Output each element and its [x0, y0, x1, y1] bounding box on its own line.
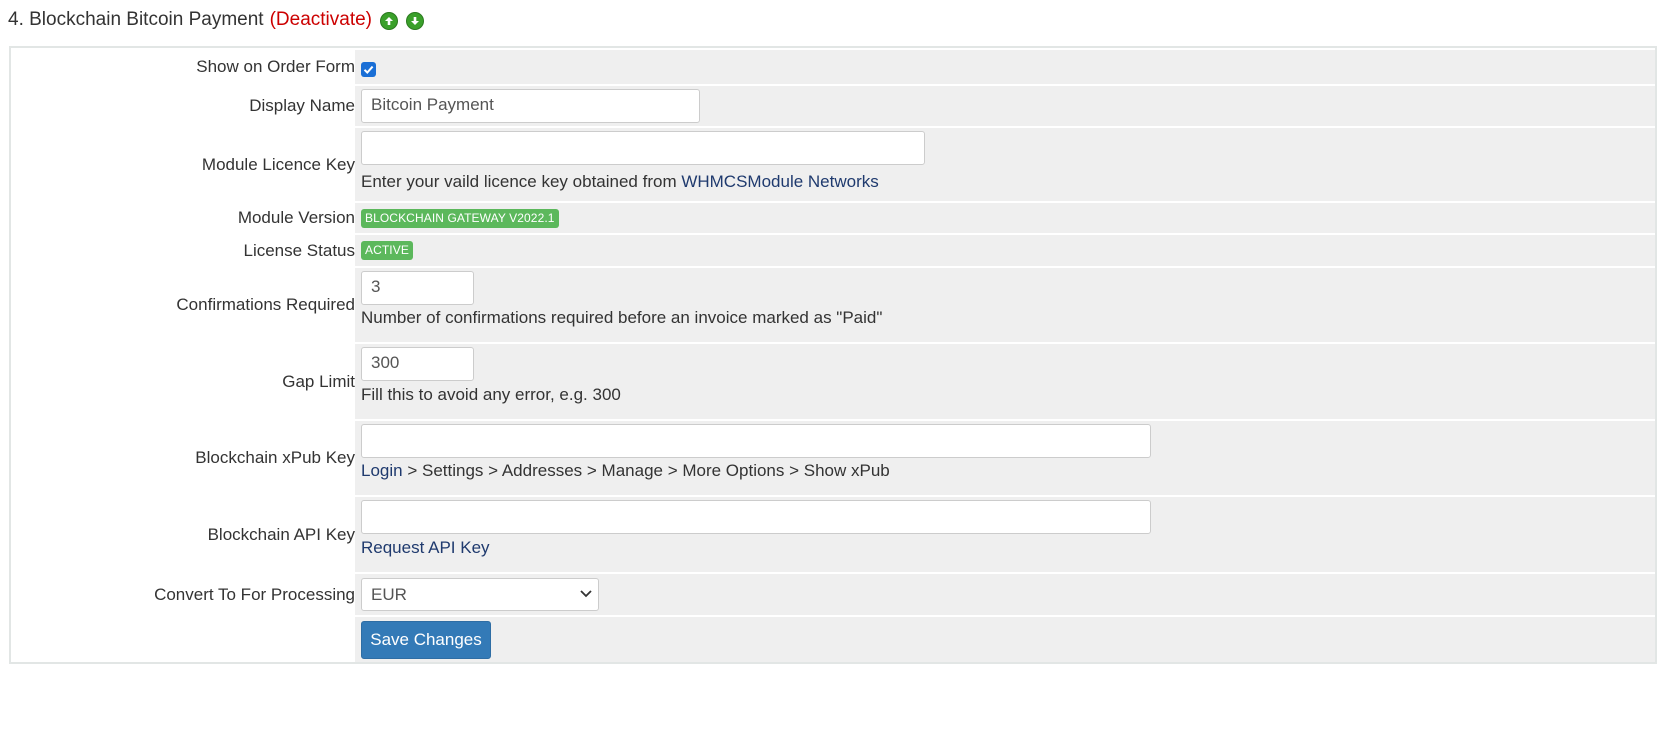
whmcsmodule-networks-link[interactable]: WHMCSModule Networks	[681, 172, 878, 191]
license-status-badge: ACTIVE	[361, 241, 413, 260]
label-gap-limit: Gap Limit	[11, 344, 355, 419]
convert-to-selected-value: EUR	[371, 585, 407, 604]
display-name-input[interactable]: Bitcoin Payment	[361, 89, 700, 123]
request-api-key-help: Request API Key	[361, 538, 490, 558]
login-link[interactable]: Login	[361, 461, 403, 480]
label-module-version: Module Version	[11, 203, 355, 233]
row-api-key: Blockchain API Key Request API Key	[11, 495, 1655, 572]
label-module-licence-key: Module Licence Key	[11, 128, 355, 201]
confirmations-help: Number of confirmations required before …	[361, 308, 883, 327]
row-display-name: Display Name Bitcoin Payment	[11, 84, 1655, 126]
module-licence-key-input[interactable]	[361, 131, 925, 165]
field-gap-limit: 300 Fill this to avoid any error, e.g. 3…	[355, 344, 1655, 419]
label-license-status: License Status	[11, 235, 355, 266]
row-xpub-key: Blockchain xPub Key Login > Settings > A…	[11, 419, 1655, 495]
licence-key-help-text: Enter your vaild licence key obtained fr…	[361, 172, 682, 191]
confirmations-required-input[interactable]: 3	[361, 271, 474, 305]
arrow-down-icon[interactable]	[406, 12, 424, 30]
row-confirmations-required: Confirmations Required 3 Number of confi…	[11, 266, 1655, 342]
field-display-name: Bitcoin Payment	[355, 86, 1655, 126]
field-show-on-order-form	[355, 50, 1655, 84]
field-confirmations-required: 3 Number of confirmations required befor…	[355, 268, 1655, 342]
row-module-licence-key: Module Licence Key Enter your vaild lice…	[11, 126, 1655, 201]
section-title: 4. Blockchain Bitcoin Payment	[8, 9, 264, 30]
save-changes-button[interactable]: Save Changes	[361, 621, 491, 659]
label-save-empty	[11, 617, 355, 662]
module-version-badge: BLOCKCHAIN GATEWAY V2022.1	[361, 209, 559, 228]
row-gap-limit: Gap Limit 300 Fill this to avoid any err…	[11, 342, 1655, 419]
label-convert-to: Convert To For Processing	[11, 574, 355, 615]
deactivate-link[interactable]: (Deactivate)	[270, 9, 372, 31]
field-save: Save Changes	[355, 617, 1655, 662]
gap-limit-help: Fill this to avoid any error, e.g. 300	[361, 385, 621, 404]
request-api-key-link[interactable]: Request API Key	[361, 538, 490, 557]
field-license-status: ACTIVE	[355, 235, 1655, 266]
field-xpub-key: Login > Settings > Addresses > Manage > …	[355, 421, 1655, 495]
api-key-input[interactable]	[361, 500, 1151, 534]
xpub-key-help-path: > Settings > Addresses > Manage > More O…	[402, 461, 890, 480]
field-api-key: Request API Key	[355, 497, 1655, 572]
label-xpub-key: Blockchain xPub Key	[11, 421, 355, 495]
field-convert-to: EUR	[355, 574, 1655, 615]
label-api-key: Blockchain API Key	[11, 497, 355, 572]
xpub-key-input[interactable]	[361, 424, 1151, 458]
licence-key-help: Enter your vaild licence key obtained fr…	[361, 172, 879, 192]
field-module-licence-key: Enter your vaild licence key obtained fr…	[355, 128, 1655, 201]
row-save: Save Changes	[11, 615, 1655, 662]
section-header: 4. Blockchain Bitcoin Payment (Deactivat…	[8, 8, 424, 32]
chevron-down-icon	[580, 590, 592, 598]
gateway-settings-panel: Show on Order Form Display Name Bitcoin …	[9, 46, 1657, 664]
row-license-status: License Status ACTIVE	[11, 233, 1655, 266]
gap-limit-input[interactable]: 300	[361, 347, 474, 381]
label-show-on-order-form: Show on Order Form	[11, 50, 355, 84]
row-module-version: Module Version BLOCKCHAIN GATEWAY V2022.…	[11, 201, 1655, 233]
row-show-on-order-form: Show on Order Form	[11, 48, 1655, 84]
show-on-order-form-checkbox[interactable]	[361, 62, 376, 77]
convert-to-select[interactable]: EUR	[361, 578, 599, 611]
arrow-up-icon[interactable]	[380, 12, 398, 30]
label-display-name: Display Name	[11, 86, 355, 126]
field-module-version: BLOCKCHAIN GATEWAY V2022.1	[355, 203, 1655, 233]
row-convert-to: Convert To For Processing EUR	[11, 572, 1655, 615]
label-confirmations-required: Confirmations Required	[11, 268, 355, 342]
checkmark-icon	[363, 65, 374, 74]
xpub-key-help: Login > Settings > Addresses > Manage > …	[361, 461, 890, 481]
